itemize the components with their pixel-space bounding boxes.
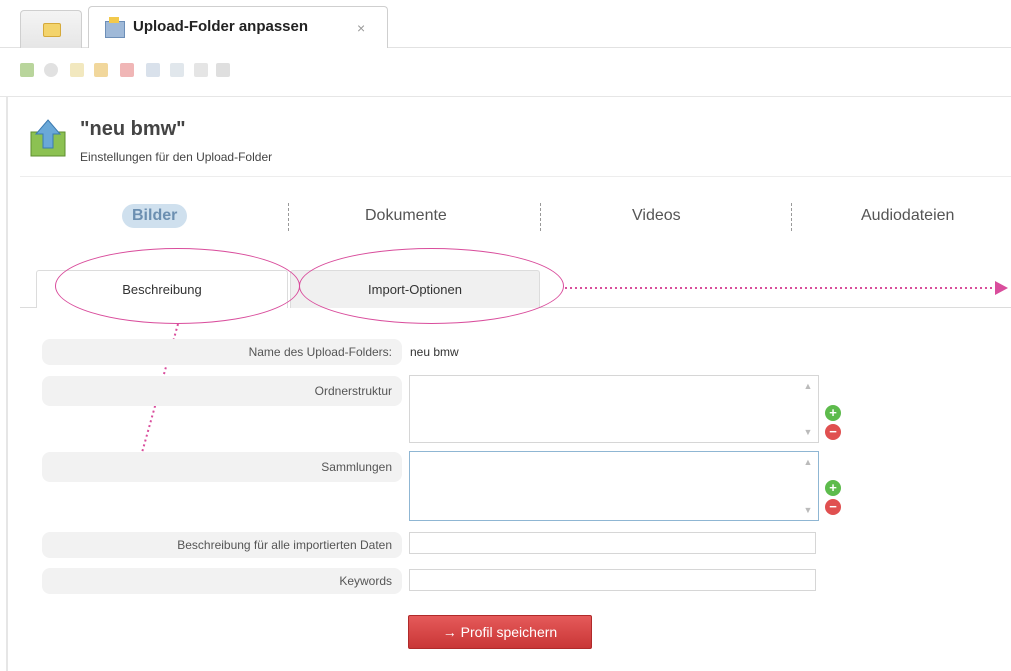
scroll-up-icon[interactable]: ▲ [800,454,816,470]
label-sammlungen: Sammlungen [42,452,402,482]
beschreibung-input[interactable] [409,532,816,554]
label-ordnerstruktur: Ordnerstruktur [42,376,402,406]
scroll-up-icon[interactable]: ▲ [800,378,816,394]
add-icon[interactable]: + [825,405,841,421]
label-keywords: Keywords [42,568,402,594]
scroll-down-icon[interactable]: ▼ [800,424,816,440]
sammlungen-listbox[interactable]: ▲ ▼ [409,451,819,521]
scrollbar[interactable]: ▲ ▼ [800,454,816,518]
keywords-input[interactable] [409,569,816,591]
name-value: neu bmw [410,345,459,359]
save-profile-button[interactable]: → Profil speichern [408,615,592,649]
ordnerstruktur-listbox[interactable]: ▲ ▼ [409,375,819,443]
add-icon[interactable]: + [825,480,841,496]
label-name: Name des Upload-Folders: [42,339,402,365]
scrollbar[interactable]: ▲ ▼ [800,378,816,440]
scroll-down-icon[interactable]: ▼ [800,502,816,518]
remove-icon[interactable]: − [825,499,841,515]
label-beschreibung: Beschreibung für alle importierten Daten [42,532,402,558]
remove-icon[interactable]: − [825,424,841,440]
